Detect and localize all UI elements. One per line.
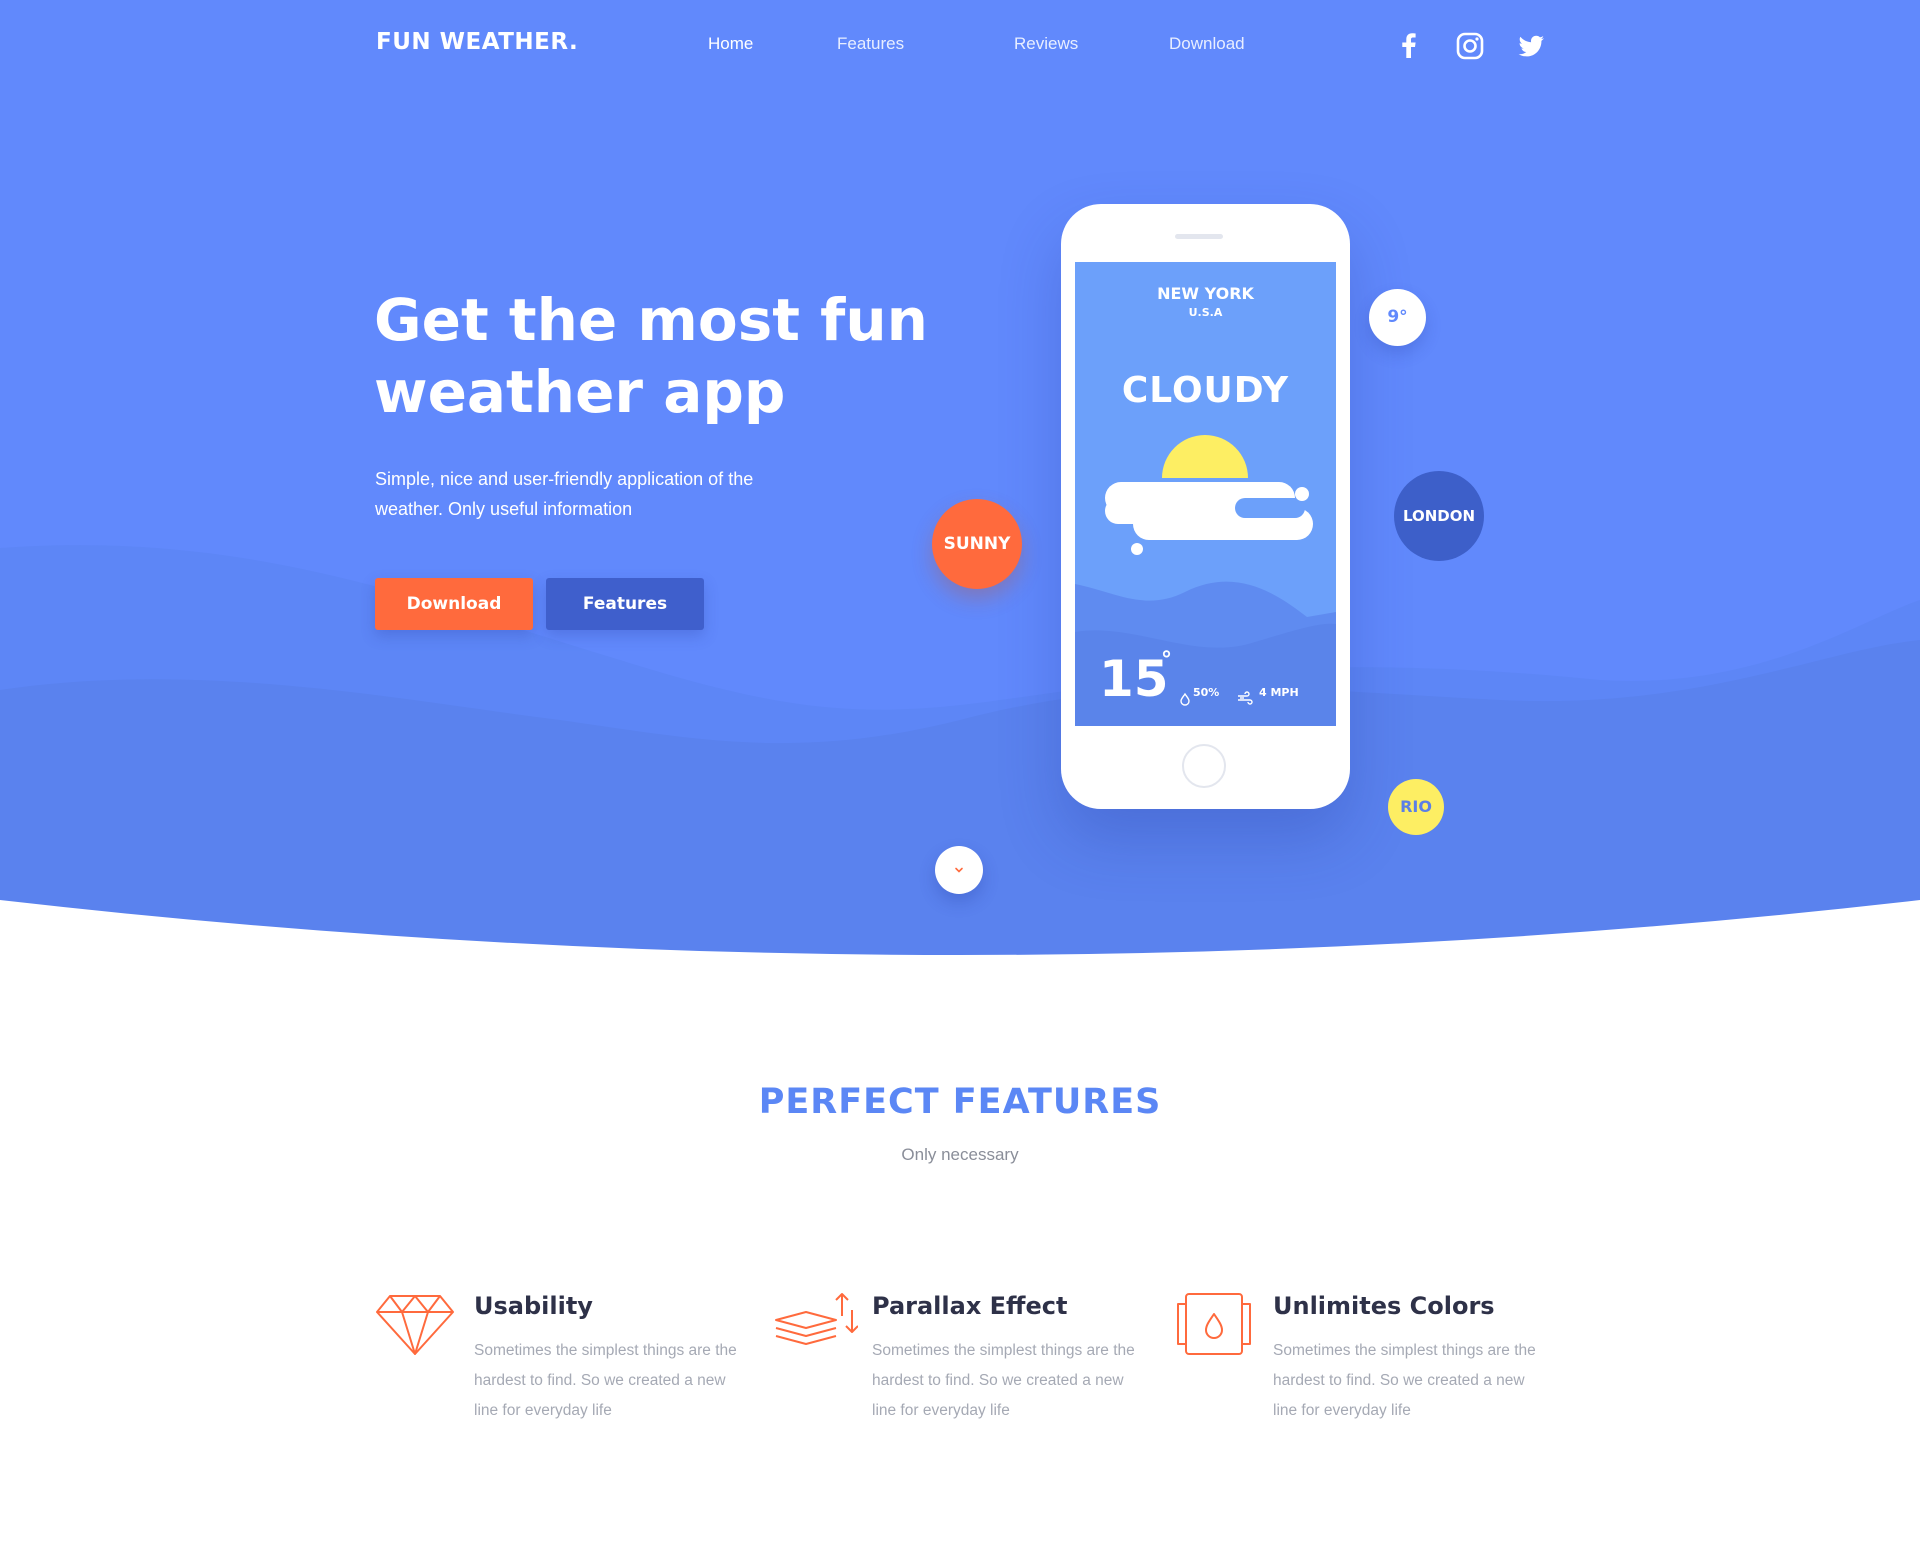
facebook-icon[interactable] xyxy=(1393,30,1425,62)
city-bubble-rio[interactable]: RIO xyxy=(1388,779,1444,835)
feature-desc-colors: Sometimes the simplest things are the ha… xyxy=(1273,1342,1536,1419)
temperature-bubble[interactable]: 9° xyxy=(1369,289,1426,346)
nav-reviews[interactable]: Reviews xyxy=(1014,34,1078,54)
feature-title-parallax: Parallax Effect xyxy=(872,1292,1068,1320)
nav-home[interactable]: Home xyxy=(708,34,753,54)
hero-subtitle: Simple, nice and user-friendly applicati… xyxy=(375,469,754,519)
instagram-icon[interactable] xyxy=(1454,30,1486,62)
city-bubble-london[interactable]: LONDON xyxy=(1394,471,1484,561)
features-section-subtitle: Only necessary xyxy=(901,1145,1019,1164)
phone-temperature: 15 xyxy=(1099,650,1169,708)
twitter-icon[interactable] xyxy=(1515,30,1547,62)
phone-screen: NEW YORK U.S.A CLOUDY 15 ° 50% 4 MPH xyxy=(1075,262,1336,726)
city-bubble-sunny[interactable]: SUNNY xyxy=(932,499,1022,589)
feature-title-colors: Unlimites Colors xyxy=(1273,1292,1495,1320)
phone-home-button xyxy=(1182,744,1226,788)
features-section-title: PERFECT FEATURES xyxy=(758,1082,1162,1122)
site-logo[interactable]: FUN WEATHER. xyxy=(376,29,578,55)
phone-city: NEW YORK xyxy=(1157,284,1254,303)
diamond-icon xyxy=(376,1295,454,1355)
feature-title-usability: Usability xyxy=(474,1292,593,1320)
phone-humidity: 50% xyxy=(1193,686,1220,699)
chevron-down-icon xyxy=(955,867,963,873)
layers-icon xyxy=(775,1293,858,1345)
features-button[interactable]: Features xyxy=(546,578,704,630)
hero-waves xyxy=(0,545,1920,970)
scroll-down-button[interactable] xyxy=(935,846,983,894)
feature-desc-parallax: Sometimes the simplest things are the ha… xyxy=(872,1342,1135,1419)
phone-mockup: NEW YORK U.S.A CLOUDY 15 ° 50% 4 MPH xyxy=(1061,204,1350,809)
cloud-icon xyxy=(1105,482,1313,555)
phone-degree: ° xyxy=(1161,648,1172,673)
phone-condition: CLOUDY xyxy=(1121,370,1290,411)
nav-download[interactable]: Download xyxy=(1169,34,1245,54)
hero-section: FUN WEATHER. Home Features Reviews Downl… xyxy=(0,0,1920,970)
feature-desc-usability: Sometimes the simplest things are the ha… xyxy=(474,1342,737,1419)
download-button[interactable]: Download xyxy=(375,578,533,630)
nav-features[interactable]: Features xyxy=(837,34,904,54)
color-drop-icon xyxy=(1177,1293,1251,1355)
hero-title: Get the most fun weather app xyxy=(374,286,928,426)
phone-speaker xyxy=(1175,234,1223,239)
phone-wind: 4 MPH xyxy=(1259,686,1299,699)
phone-country: U.S.A xyxy=(1188,306,1223,319)
